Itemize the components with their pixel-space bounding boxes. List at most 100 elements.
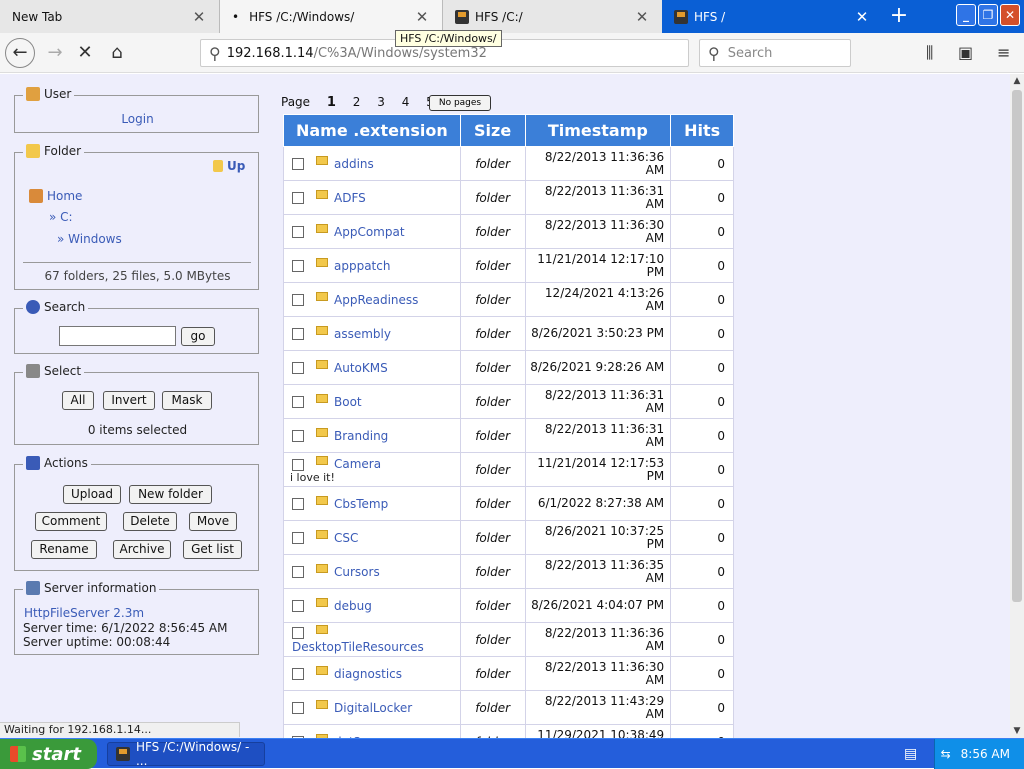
file-link[interactable]: addins — [334, 157, 374, 171]
search-input[interactable]: ⚲ Search — [699, 39, 851, 67]
server-version-link[interactable]: HttpFileServer 2.3m — [24, 606, 144, 620]
file-link[interactable]: Camera — [334, 457, 381, 471]
row-checkbox[interactable] — [292, 458, 304, 471]
up-link[interactable]: Up — [213, 159, 245, 173]
file-link[interactable]: debug — [334, 599, 372, 613]
scroll-thumb[interactable] — [1012, 90, 1022, 602]
sidebar-icon[interactable]: ▣ — [958, 43, 973, 62]
scroll-down-icon[interactable]: ▼ — [1010, 724, 1024, 738]
rename-button[interactable]: Rename — [31, 540, 97, 559]
close-tab-icon[interactable]: ✕ — [632, 8, 652, 26]
taskbar-item-browser[interactable]: HFS /C:/Windows/ - ... — [107, 740, 265, 768]
cell-size: folder — [459, 588, 526, 623]
row-checkbox[interactable] — [292, 532, 304, 544]
url-host: 192.168.1.14 — [226, 45, 314, 61]
forward-icon[interactable]: → — [40, 38, 70, 68]
row-checkbox[interactable] — [292, 396, 304, 408]
mask-button[interactable]: Mask — [162, 391, 212, 410]
tab-hfs-root[interactable]: HFS / ✕ — [662, 0, 882, 33]
upload-button[interactable]: Upload — [63, 485, 121, 504]
col-hits-header[interactable]: Hits — [670, 114, 734, 147]
network-icon[interactable]: ⇆ — [941, 747, 951, 761]
page-2-link[interactable]: 2 — [353, 95, 361, 109]
row-checkbox[interactable] — [292, 158, 304, 170]
file-link[interactable]: AutoKMS — [334, 361, 388, 375]
file-link[interactable]: AppCompat — [334, 225, 405, 239]
tab-hfs-c[interactable]: HFS /C:/ ✕ — [442, 0, 662, 33]
row-checkbox[interactable] — [292, 260, 304, 272]
row-checkbox[interactable] — [292, 362, 304, 374]
file-link[interactable]: CbsTemp — [334, 497, 388, 511]
page-3-link[interactable]: 3 — [377, 95, 385, 109]
tab-hfs-windows[interactable]: • HFS /C:/Windows/ ✕ — [220, 0, 442, 33]
login-link[interactable]: Login — [15, 112, 260, 126]
table-row: apppatch folder 11/21/2014 12:17:10 PM 0 — [283, 248, 734, 283]
breadcrumb-c[interactable]: » C: — [49, 210, 73, 224]
stop-icon[interactable]: ✕ — [70, 38, 100, 68]
row-checkbox[interactable] — [292, 498, 304, 510]
row-checkbox[interactable] — [292, 702, 304, 714]
file-link[interactable]: CSC — [334, 531, 358, 545]
select-all-button[interactable]: All — [62, 391, 94, 410]
col-timestamp-header[interactable]: Timestamp — [524, 114, 672, 147]
file-link[interactable]: apppatch — [334, 259, 390, 273]
close-window-icon[interactable]: ✕ — [1000, 4, 1020, 26]
row-checkbox[interactable] — [292, 294, 304, 306]
user-icon — [26, 87, 40, 101]
vertical-scrollbar[interactable]: ▲ ▼ — [1010, 74, 1024, 738]
archive-button[interactable]: Archive — [113, 540, 171, 559]
file-link[interactable]: diagnostics — [334, 667, 402, 681]
file-link[interactable]: Branding — [334, 429, 388, 443]
comment-button[interactable]: Comment — [35, 512, 107, 531]
cell-hits: 0 — [670, 146, 734, 181]
row-checkbox[interactable] — [292, 600, 304, 612]
page-1-link[interactable]: 1 — [327, 95, 336, 110]
clock[interactable]: 8:56 AM — [961, 747, 1010, 761]
cell-size: folder — [459, 520, 526, 555]
new-folder-button[interactable]: New folder — [129, 485, 212, 504]
menu-icon[interactable]: ≡ — [997, 43, 1010, 62]
start-button[interactable]: start — [0, 739, 97, 769]
page-4-link[interactable]: 4 — [402, 95, 410, 109]
row-checkbox[interactable] — [292, 192, 304, 204]
close-tab-icon[interactable]: ✕ — [189, 8, 209, 26]
row-checkbox[interactable] — [292, 627, 304, 639]
row-checkbox[interactable] — [292, 328, 304, 340]
new-tab-icon[interactable]: + — [885, 4, 913, 28]
get-list-button[interactable]: Get list — [183, 540, 242, 559]
tab-new-tab[interactable]: New Tab ✕ — [0, 0, 220, 33]
minimize-icon[interactable]: _ — [956, 4, 976, 26]
keyboard-icon[interactable]: ▤ — [904, 746, 917, 762]
delete-button[interactable]: Delete — [123, 512, 177, 531]
row-checkbox[interactable] — [292, 566, 304, 578]
file-link[interactable]: Cursors — [334, 565, 380, 579]
back-icon[interactable]: ← — [5, 38, 35, 68]
maximize-icon[interactable]: ❐ — [978, 4, 998, 26]
home-icon[interactable]: ⌂ — [102, 38, 132, 68]
move-button[interactable]: Move — [189, 512, 237, 531]
file-link[interactable]: ADFS — [334, 191, 366, 205]
file-link[interactable]: DesktopTileResources — [292, 640, 424, 654]
col-name-header[interactable]: Name .extension — [283, 114, 461, 147]
close-tab-icon[interactable]: ✕ — [852, 8, 872, 26]
go-button[interactable]: go — [181, 327, 215, 346]
library-icon[interactable]: ⫼ — [926, 43, 933, 63]
search-field[interactable] — [59, 326, 176, 346]
invert-button[interactable]: Invert — [103, 391, 155, 410]
file-link[interactable]: AppReadiness — [334, 293, 418, 307]
breadcrumb-windows[interactable]: » Windows — [57, 232, 122, 246]
col-size-header[interactable]: Size — [459, 114, 526, 147]
close-tab-icon[interactable]: ✕ — [412, 8, 432, 26]
cell-name: DesktopTileResources — [283, 622, 461, 657]
no-pages-button[interactable]: No pages — [429, 95, 491, 111]
breadcrumb-home[interactable]: Home — [29, 189, 82, 203]
row-checkbox[interactable] — [292, 226, 304, 238]
file-link[interactable]: DigitalLocker — [334, 701, 412, 715]
cell-timestamp: 8/22/2013 11:36:36 AM — [524, 146, 672, 181]
row-checkbox[interactable] — [292, 430, 304, 442]
file-link[interactable]: assembly — [334, 327, 391, 341]
row-checkbox[interactable] — [292, 668, 304, 680]
cell-hits: 0 — [670, 214, 734, 249]
scroll-up-icon[interactable]: ▲ — [1010, 74, 1024, 88]
file-link[interactable]: Boot — [334, 395, 362, 409]
